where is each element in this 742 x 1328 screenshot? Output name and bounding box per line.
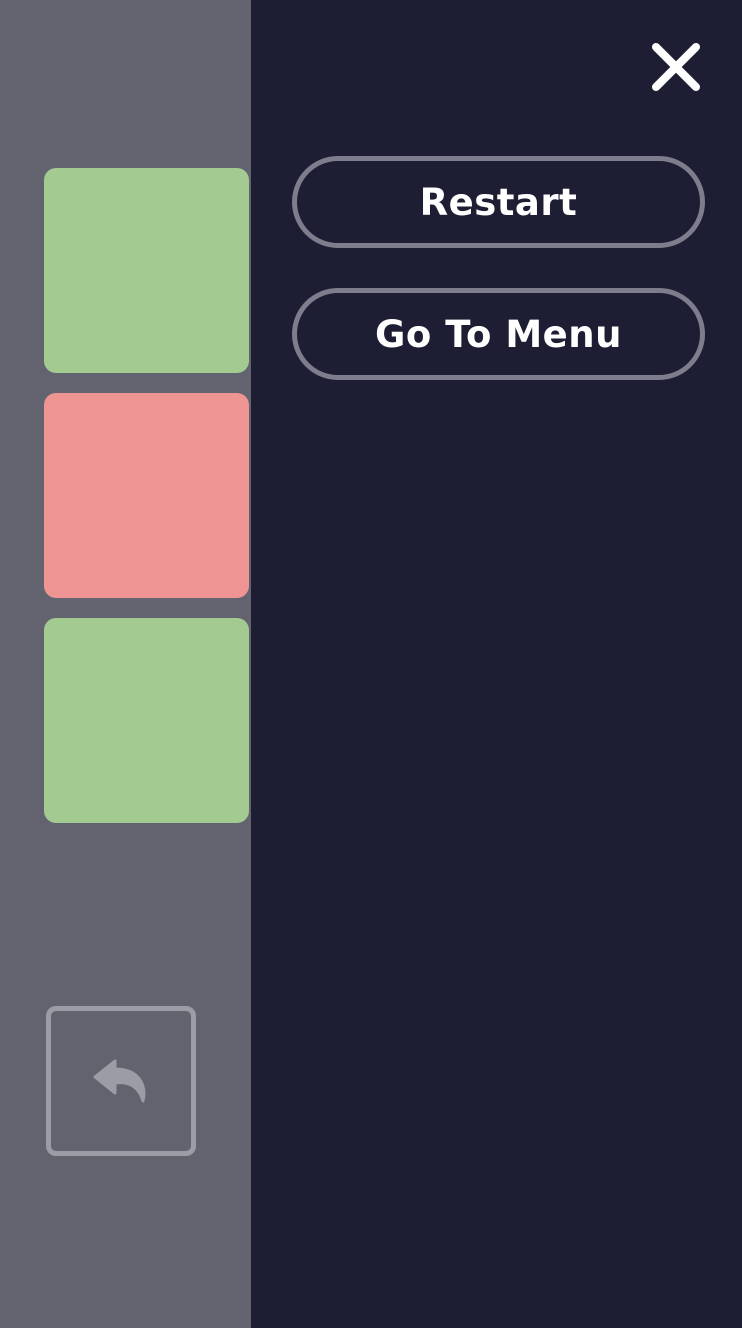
close-button[interactable] — [644, 35, 708, 99]
go-to-menu-label: Go To Menu — [375, 312, 622, 356]
undo-arrow-icon — [93, 1059, 146, 1103]
game-board — [0, 0, 251, 1328]
undo-button[interactable] — [46, 1006, 196, 1156]
close-icon — [652, 43, 700, 91]
tile[interactable] — [44, 618, 249, 823]
restart-label: Restart — [419, 180, 578, 224]
restart-button[interactable]: Restart — [292, 156, 705, 248]
tile[interactable] — [44, 393, 249, 598]
go-to-menu-button[interactable]: Go To Menu — [292, 288, 705, 380]
game-screen: Restart Go To Menu — [0, 0, 742, 1328]
tile[interactable] — [44, 168, 249, 373]
